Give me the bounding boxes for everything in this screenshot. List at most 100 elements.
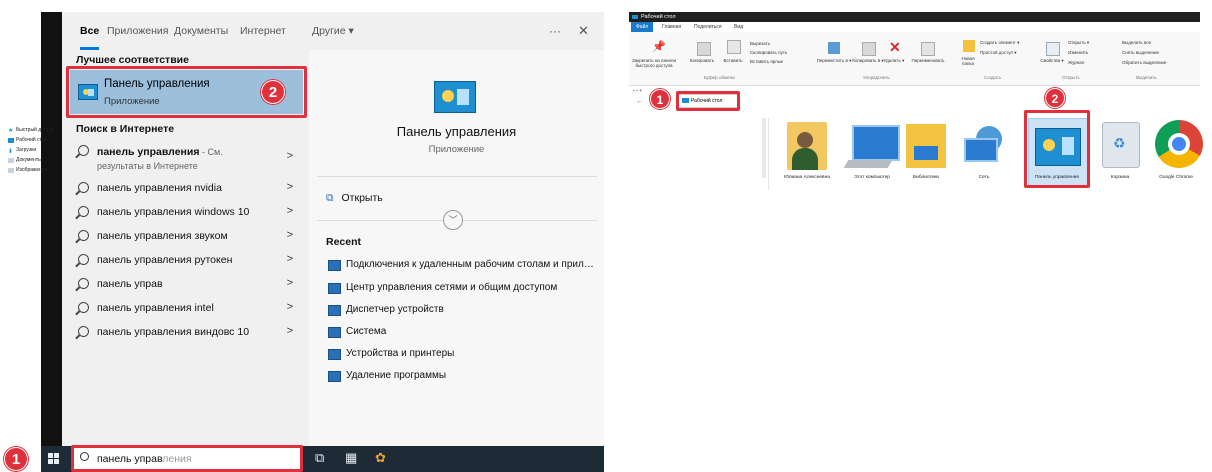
web-result-row[interactable]: панель управления виндовс 10 >: [70, 322, 303, 344]
settings-icon: [328, 305, 341, 316]
recent-item[interactable]: Удаление программы: [326, 368, 596, 388]
open-button[interactable]: Открыть ▾: [1068, 40, 1089, 45]
settings-icon: [328, 283, 341, 294]
calculator-icon[interactable]: ▦: [345, 450, 357, 466]
paste-shortcut-button[interactable]: Вставить ярлык: [750, 59, 783, 64]
tab-view[interactable]: Вид: [729, 22, 748, 32]
chevron-right-icon: >: [286, 253, 293, 265]
nav-item-desktop[interactable]: Рабочий стол: [16, 137, 47, 143]
delete-button[interactable]: Удалить ▾: [880, 58, 908, 63]
windows-logo-icon[interactable]: [48, 453, 60, 465]
back-arrow-icon[interactable]: ←: [636, 98, 643, 105]
step-badge-1: 1: [650, 89, 670, 109]
web-result-text: панель управления windows 10: [97, 206, 250, 218]
group-select: Выделить: [1136, 75, 1157, 80]
computer-icon[interactable]: [852, 125, 900, 161]
chevron-down-icon[interactable]: ﹀: [443, 210, 463, 230]
star-icon: ★: [8, 128, 14, 134]
step-badge-1: 1: [4, 447, 28, 471]
close-icon[interactable]: ✕: [578, 12, 589, 50]
recent-item-label: Подключения к удаленным рабочим столам и…: [346, 259, 596, 270]
recent-item[interactable]: Центр управления сетями и общим доступом: [326, 280, 596, 300]
web-result-text: панель управления nvidia: [97, 182, 222, 194]
web-result-row[interactable]: панель управления рутокен >: [70, 250, 303, 272]
tab-apps[interactable]: Приложения: [107, 12, 168, 50]
network-icon[interactable]: [962, 124, 1006, 164]
nav-item-pictures[interactable]: Изображения: [16, 167, 47, 173]
highlight-search-box: [71, 445, 303, 472]
image-icon: [8, 168, 14, 173]
edit-button[interactable]: Изменить: [1068, 50, 1088, 55]
chevron-right-icon: >: [286, 325, 293, 337]
nav-item-documents[interactable]: Документы: [16, 157, 42, 163]
paint-icon[interactable]: ✿: [375, 450, 386, 466]
nav-item-quick-access[interactable]: Быстрый доступ: [16, 127, 54, 133]
web-result-row[interactable]: панель управления windows 10 >: [70, 202, 303, 224]
highlight-address: [676, 91, 740, 111]
select-all-button[interactable]: Выделить все: [1122, 40, 1151, 45]
recycle-bin-icon[interactable]: ♻: [1102, 122, 1140, 168]
tab-all[interactable]: Все: [80, 12, 100, 50]
search-icon: [78, 254, 89, 265]
settings-icon: [328, 327, 341, 338]
delete-icon: ✕: [889, 39, 901, 55]
web-result-text: панель управления виндовс 10: [97, 326, 250, 338]
copy-button[interactable]: Копировать: [682, 58, 722, 63]
recent-item[interactable]: Подключения к удаленным рабочим столам и…: [326, 257, 596, 277]
web-result-row[interactable]: панель управления intel >: [70, 298, 303, 320]
recent-item[interactable]: Устройства и принтеры: [326, 346, 596, 366]
settings-icon: [328, 349, 341, 360]
copy-path-button[interactable]: Скопировать путь: [750, 50, 787, 55]
select-none-button[interactable]: Снять выделение: [1122, 50, 1159, 55]
tab-file[interactable]: Файл: [631, 22, 654, 32]
rename-button[interactable]: Переименовать: [906, 58, 950, 63]
web-result-row[interactable]: панель управления - См. результаты в Инт…: [70, 141, 303, 175]
search-icon: [78, 182, 89, 193]
tab-documents[interactable]: Документы: [174, 12, 228, 50]
desktop-icon: [8, 138, 14, 143]
user-folder-icon[interactable]: [787, 122, 827, 170]
properties-button[interactable]: Свойства ▾: [1038, 58, 1066, 63]
web-result-text: панель управления - См. результаты в Инт…: [97, 146, 223, 171]
new-folder-icon: [963, 40, 975, 52]
tab-internet[interactable]: Интернет: [240, 12, 286, 50]
search-icon: [78, 278, 89, 289]
settings-icon: [328, 260, 341, 271]
tab-share[interactable]: Поделиться: [689, 22, 727, 32]
new-folder-button[interactable]: Новая папка: [956, 56, 980, 66]
chevron-right-icon: >: [286, 150, 293, 162]
search-icon: [78, 326, 89, 337]
rename-icon: [921, 42, 935, 56]
web-result-row[interactable]: панель управ >: [70, 274, 303, 296]
task-view-icon[interactable]: ⧉: [315, 450, 324, 466]
paste-button[interactable]: Вставить: [718, 58, 748, 63]
nav-scrollbar[interactable]: [762, 118, 766, 178]
download-icon: ⬇: [8, 149, 14, 155]
libraries-icon[interactable]: [906, 124, 946, 168]
open-action[interactable]: ⧉ Открыть: [326, 192, 383, 205]
divider: [317, 176, 597, 177]
web-result-text: панель управления рутокен: [97, 254, 233, 266]
recent-header: Recent: [326, 236, 362, 248]
document-icon: [8, 158, 14, 163]
invert-selection-button[interactable]: Обратить выделение: [1122, 60, 1166, 65]
new-item-button[interactable]: Создать элемент ▾: [980, 40, 1019, 45]
tab-more[interactable]: Другие ▾: [312, 12, 354, 50]
web-result-row[interactable]: панель управления звуком >: [70, 226, 303, 248]
web-result-text: панель управления intel: [97, 302, 214, 314]
nav-item-downloads[interactable]: Загрузки: [16, 147, 36, 153]
pin-button[interactable]: Закрепить на панели быстрого доступа: [632, 58, 676, 68]
group-new: Создать: [984, 75, 1002, 80]
recent-item[interactable]: Система: [326, 324, 596, 344]
ellipsis-icon[interactable]: ···: [549, 12, 561, 50]
control-panel-icon: [434, 81, 476, 113]
open-icon: ⧉: [326, 192, 334, 204]
recent-item-label: Система: [346, 326, 387, 337]
history-button[interactable]: Журнал: [1068, 60, 1084, 65]
web-result-row[interactable]: панель управления nvidia >: [70, 178, 303, 200]
recent-item[interactable]: Диспетчер устройств: [326, 302, 596, 322]
easy-access-button[interactable]: Простой доступ ▾: [980, 50, 1016, 55]
cut-button[interactable]: Вырезать: [750, 41, 770, 46]
group-organize: Упорядочить: [863, 75, 890, 80]
chrome-icon[interactable]: [1155, 120, 1203, 168]
